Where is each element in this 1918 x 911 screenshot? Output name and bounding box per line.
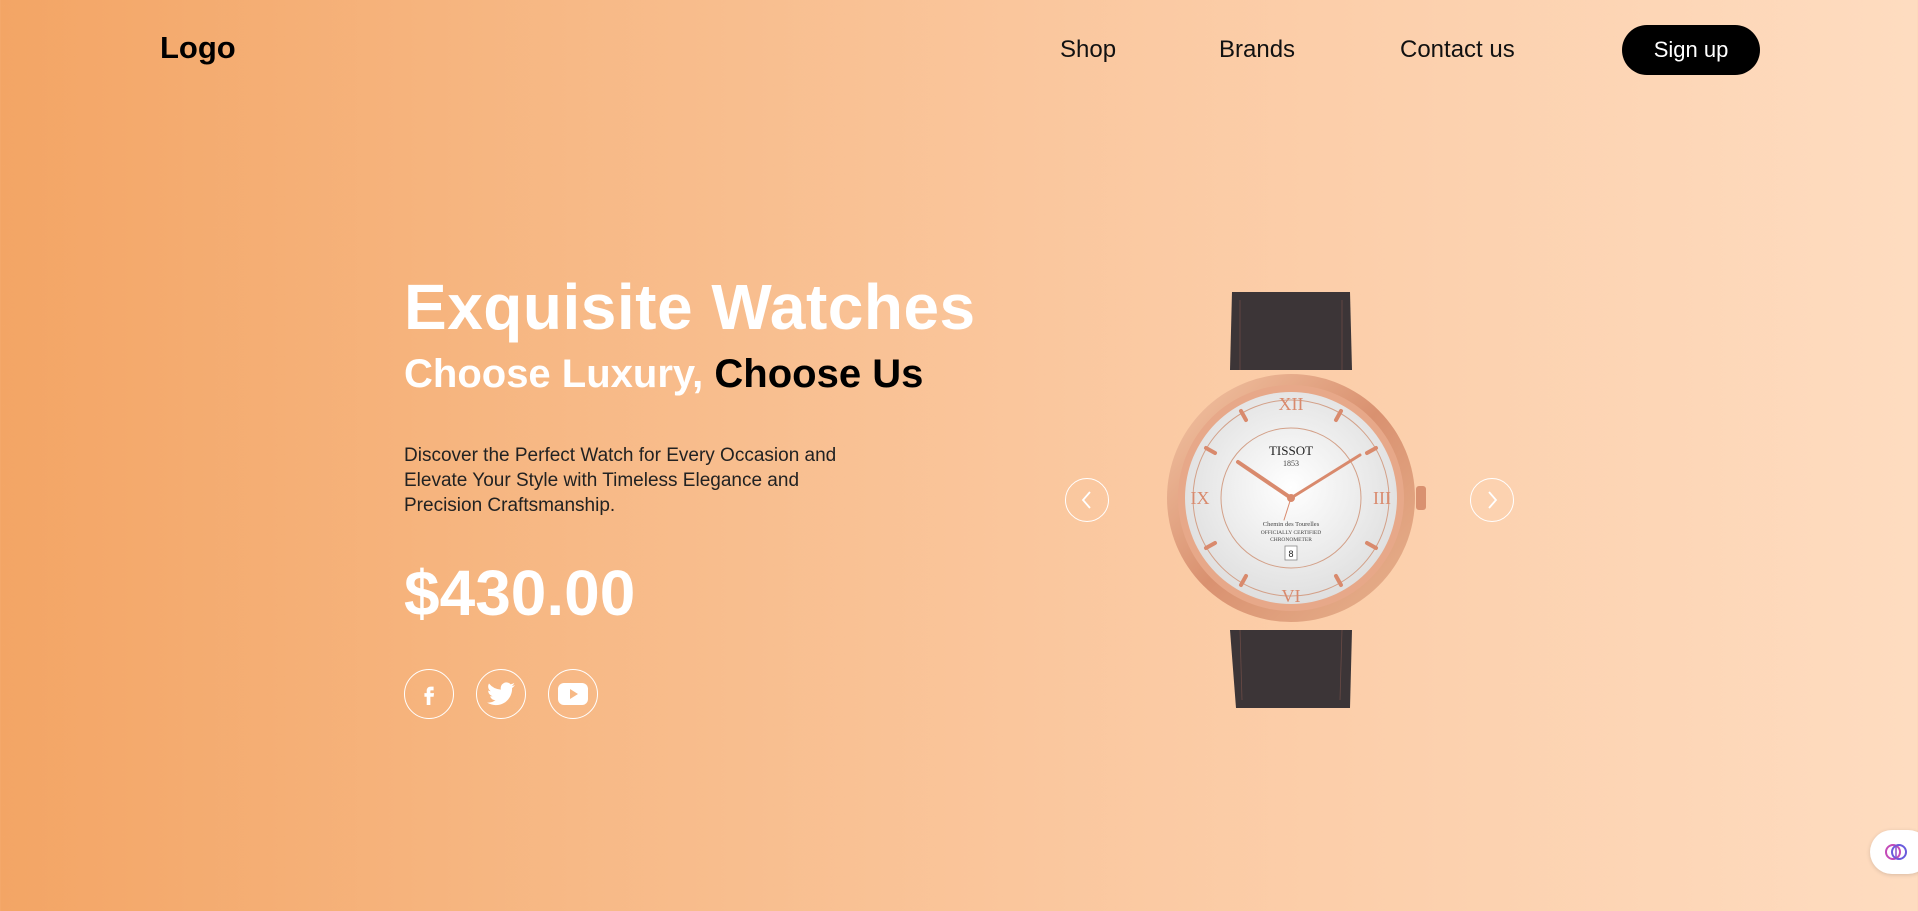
assistant-button[interactable] bbox=[1870, 830, 1918, 874]
sign-up-button[interactable]: Sign up bbox=[1622, 25, 1760, 75]
youtube-button[interactable] bbox=[548, 669, 598, 719]
chevron-right-icon bbox=[1488, 491, 1498, 509]
chevron-left-icon bbox=[1081, 491, 1091, 509]
carousel-next-button[interactable] bbox=[1470, 478, 1514, 522]
nav-contact-us[interactable]: Contact us bbox=[1400, 36, 1515, 64]
svg-text:IX: IX bbox=[1191, 488, 1210, 508]
carousel-prev-button[interactable] bbox=[1065, 478, 1109, 522]
svg-text:8: 8 bbox=[1288, 549, 1293, 559]
subtitle-part-1: Choose Luxury, bbox=[404, 352, 715, 396]
subtitle-part-2: Choose Us bbox=[714, 352, 924, 396]
svg-text:Chemin des Tourelles: Chemin des Tourelles bbox=[1263, 521, 1320, 528]
hero-description: Discover the Perfect Watch for Every Occ… bbox=[404, 445, 837, 516]
twitter-button[interactable] bbox=[476, 669, 526, 719]
facebook-icon bbox=[424, 686, 435, 705]
watch-image: XII VI IX III TISSOT 1853 Chemin des Tou… bbox=[1167, 292, 1426, 708]
brain-icon bbox=[1885, 844, 1907, 860]
youtube-icon bbox=[558, 683, 588, 705]
nav-shop[interactable]: Shop bbox=[1060, 36, 1116, 64]
twitter-icon bbox=[487, 682, 515, 706]
svg-text:XII: XII bbox=[1279, 394, 1304, 414]
svg-text:OFFICIALLY CERTIFIED: OFFICIALLY CERTIFIED bbox=[1261, 530, 1322, 536]
facebook-button[interactable] bbox=[404, 669, 454, 719]
hero-subtitle: Choose Luxury, Choose Us bbox=[404, 352, 923, 397]
nav-brands[interactable]: Brands bbox=[1219, 36, 1295, 64]
svg-text:VI: VI bbox=[1282, 586, 1301, 606]
svg-text:III: III bbox=[1373, 488, 1391, 508]
hero-title: Exquisite Watches bbox=[404, 271, 976, 343]
svg-text:1853: 1853 bbox=[1283, 459, 1299, 468]
logo[interactable]: Logo bbox=[160, 30, 236, 66]
price: $430.00 bbox=[404, 557, 636, 629]
svg-text:TISSOT: TISSOT bbox=[1269, 443, 1313, 458]
svg-text:CHRONOMETER: CHRONOMETER bbox=[1270, 537, 1312, 543]
